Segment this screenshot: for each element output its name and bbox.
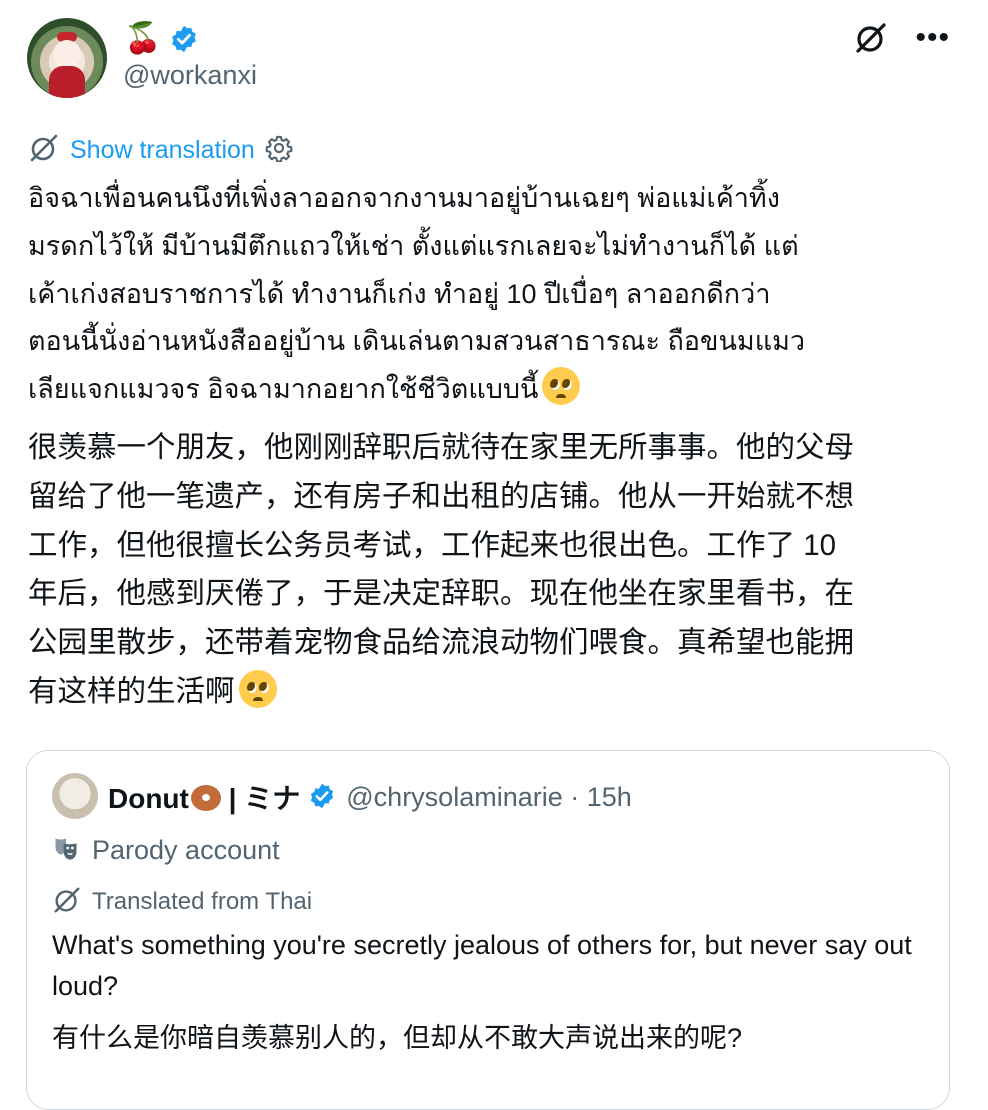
parody-account-text: Parody account bbox=[92, 834, 280, 865]
donut-emoji bbox=[190, 785, 221, 811]
quoted-text-english: What's something you're secretly jealous… bbox=[52, 930, 912, 1001]
translate-icon bbox=[28, 132, 60, 169]
quoted-author-name-text: Donut bbox=[108, 783, 189, 814]
author-avatar[interactable] bbox=[27, 18, 107, 98]
quoted-translated-label: Translated from Thai bbox=[52, 884, 312, 920]
post-text-thai-content: อิจฉาเพื่อนคนนึงที่เพิ่งลาออกจากงานมาอยู… bbox=[28, 183, 806, 405]
verified-badge-icon bbox=[308, 782, 338, 812]
quoted-author-handle-time[interactable]: @chrysolaminarie · 15h bbox=[346, 782, 632, 813]
parody-account-label: Parody account bbox=[52, 832, 280, 868]
translation-bar: Show translation bbox=[28, 133, 293, 167]
pleading-face-emoji bbox=[542, 367, 581, 406]
post-text-chinese-content: 很羡慕一个朋友，他刚刚辞职后就待在家里无所事事。他的父母 留给了他一笔遗产，还有… bbox=[28, 431, 855, 708]
post-text-chinese: 很羡慕一个朋友，他刚刚辞职后就待在家里无所事事。他的父母 留给了他一笔遗产，还有… bbox=[28, 424, 963, 717]
author-display-emoji: 🍒 bbox=[124, 22, 162, 55]
grok-icon[interactable] bbox=[853, 20, 889, 56]
parody-mask-icon bbox=[52, 834, 80, 867]
pleading-face-emoji bbox=[238, 669, 277, 708]
post-text-thai: อิจฉาเพื่อนคนนึงที่เพิ่งลาออกจากงานมาอยู… bbox=[28, 175, 963, 414]
quoted-author-name[interactable]: Donut | ミナ bbox=[108, 777, 300, 817]
author-name-row[interactable]: 🍒 bbox=[124, 20, 199, 58]
verified-badge-icon bbox=[169, 24, 199, 54]
quoted-author-avatar[interactable] bbox=[52, 773, 98, 819]
avatar-face bbox=[53, 40, 81, 68]
more-icon[interactable]: ••• bbox=[915, 23, 950, 53]
quoted-author-name-suffix: | ミナ bbox=[220, 783, 301, 814]
gear-icon[interactable] bbox=[265, 134, 293, 167]
quoted-author-row: Donut | ミナ @chrysolaminarie · 15h bbox=[108, 775, 632, 819]
author-handle[interactable]: @workanxi bbox=[123, 60, 257, 91]
show-translation-link[interactable]: Show translation bbox=[70, 136, 255, 165]
translated-from-text: Translated from Thai bbox=[92, 888, 313, 915]
translate-icon bbox=[52, 885, 82, 920]
avatar-body bbox=[49, 66, 85, 98]
quoted-text-chinese: 有什么是你暗自羡慕别人的，但却从不敢大声说出来的呢? bbox=[52, 1023, 743, 1053]
header-actions: ••• bbox=[853, 20, 950, 56]
